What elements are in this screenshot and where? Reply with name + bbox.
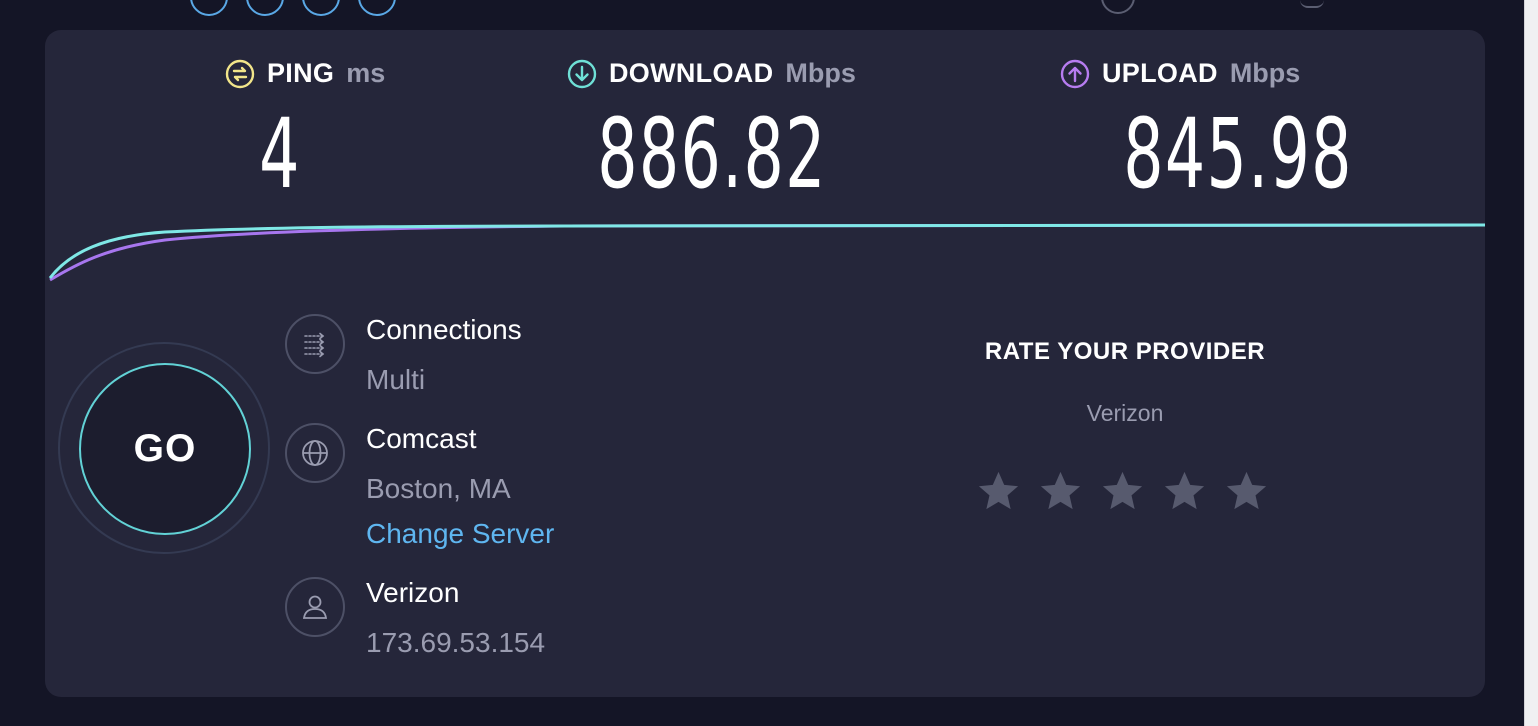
upload-speed-line bbox=[49, 223, 1485, 282]
user-icon bbox=[285, 577, 345, 637]
download-unit: Mbps bbox=[785, 58, 856, 88]
nav-circle-icon[interactable] bbox=[302, 0, 340, 16]
star-4-icon[interactable] bbox=[1161, 468, 1208, 515]
nav-circle-icon[interactable] bbox=[246, 0, 284, 16]
connections-title: Connections bbox=[366, 314, 522, 345]
star-2-icon[interactable] bbox=[1037, 468, 1084, 515]
download-header: DOWNLOAD Mbps bbox=[567, 58, 856, 89]
upload-metric: UPLOAD Mbps 845.98 bbox=[1060, 58, 1351, 202]
settings-icon[interactable] bbox=[1300, 0, 1324, 8]
star-rating bbox=[975, 468, 1270, 515]
download-value: 886.82 bbox=[597, 98, 827, 210]
connections-text: Connections Multi bbox=[366, 312, 522, 398]
globe-icon bbox=[285, 423, 345, 483]
download-metric: DOWNLOAD Mbps 886.82 bbox=[567, 58, 856, 202]
nav-circle-icon[interactable] bbox=[358, 0, 396, 16]
ping-header: PING ms bbox=[225, 58, 385, 89]
provider-text: Verizon 173.69.53.154 bbox=[366, 575, 545, 661]
rate-provider-name: Verizon bbox=[1086, 400, 1164, 426]
star-3-icon[interactable] bbox=[1099, 468, 1146, 515]
provider-name: Verizon bbox=[366, 577, 460, 608]
ping-metric: PING ms 4 bbox=[225, 58, 385, 202]
speed-graph bbox=[48, 223, 1485, 282]
top-nav-icons bbox=[190, 0, 396, 16]
nav-circle-icon[interactable] bbox=[190, 0, 228, 16]
rate-provider-title: RATE YOUR PROVIDER bbox=[984, 338, 1266, 365]
server-text: Comcast Boston, MA Change Server bbox=[366, 421, 554, 552]
upload-header: UPLOAD Mbps bbox=[1060, 58, 1300, 89]
upload-value: 845.98 bbox=[1123, 98, 1353, 210]
connections-value: Multi bbox=[366, 364, 426, 395]
speedtest-card: PING ms 4 DOWNLOAD Mbps 886.82 UPLOAD Mb… bbox=[45, 30, 1485, 697]
go-button[interactable]: GO bbox=[79, 363, 251, 535]
ping-icon bbox=[225, 59, 255, 88]
upload-unit: Mbps bbox=[1229, 58, 1301, 88]
change-server-link[interactable]: Change Server bbox=[366, 516, 554, 552]
server-location: Boston, MA bbox=[366, 473, 511, 504]
provider-ip: 173.69.53.154 bbox=[366, 627, 546, 658]
connections-icon[interactable] bbox=[285, 314, 345, 374]
ping-label: PING bbox=[267, 58, 335, 88]
ping-unit: ms bbox=[346, 58, 386, 88]
window-edge bbox=[1524, 0, 1538, 726]
ping-value: 4 bbox=[259, 98, 301, 210]
download-label: DOWNLOAD bbox=[609, 58, 774, 88]
upload-arrow-icon bbox=[1060, 59, 1090, 88]
download-arrow-icon bbox=[567, 59, 597, 88]
star-5-icon[interactable] bbox=[1223, 468, 1270, 515]
results-icon[interactable] bbox=[1101, 0, 1135, 14]
server-name: Comcast bbox=[366, 423, 477, 454]
star-1-icon[interactable] bbox=[975, 468, 1022, 515]
upload-label: UPLOAD bbox=[1102, 58, 1218, 88]
